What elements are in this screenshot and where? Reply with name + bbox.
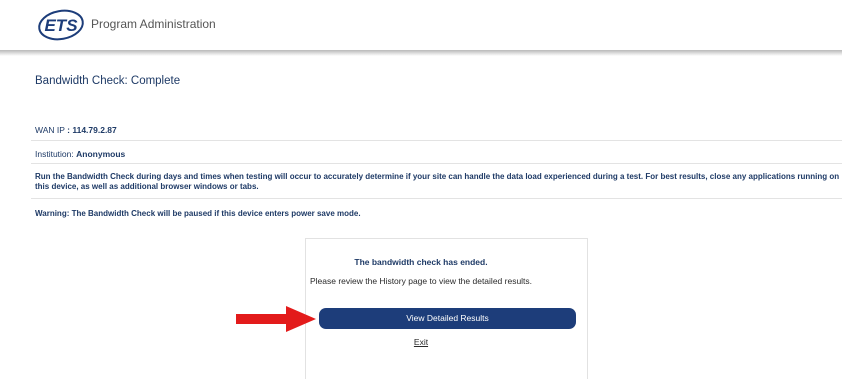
result-title: The bandwidth check has ended.	[354, 257, 488, 267]
institution-row: Institution: Anonymous	[35, 149, 125, 159]
wan-ip-label: WAN IP	[35, 125, 65, 135]
header-shadow	[0, 50, 842, 56]
red-arrow-icon	[236, 306, 316, 332]
exit-link[interactable]: Exit	[0, 337, 842, 347]
ets-logo: ETS	[38, 9, 84, 41]
wan-ip-value: : 114.79.2.87	[67, 125, 117, 135]
instructions-text: Run the Bandwidth Check during days and …	[35, 172, 840, 191]
page-header: ETS Program Administration	[0, 0, 842, 50]
divider	[31, 198, 842, 199]
logo-text: ETS	[44, 16, 78, 35]
divider	[31, 163, 842, 164]
result-subtitle: Please review the History page to view t…	[309, 276, 533, 286]
warning-text: Warning: The Bandwidth Check will be pau…	[35, 209, 361, 218]
wan-ip-row: WAN IP : 114.79.2.87	[35, 125, 117, 135]
institution-label: Institution:	[35, 149, 74, 159]
institution-value: Anonymous	[76, 149, 126, 159]
divider	[31, 140, 842, 141]
view-detailed-results-button[interactable]: View Detailed Results	[319, 308, 576, 329]
page-title: Bandwidth Check: Complete	[35, 75, 181, 87]
program-title: Program Administration	[91, 17, 216, 31]
